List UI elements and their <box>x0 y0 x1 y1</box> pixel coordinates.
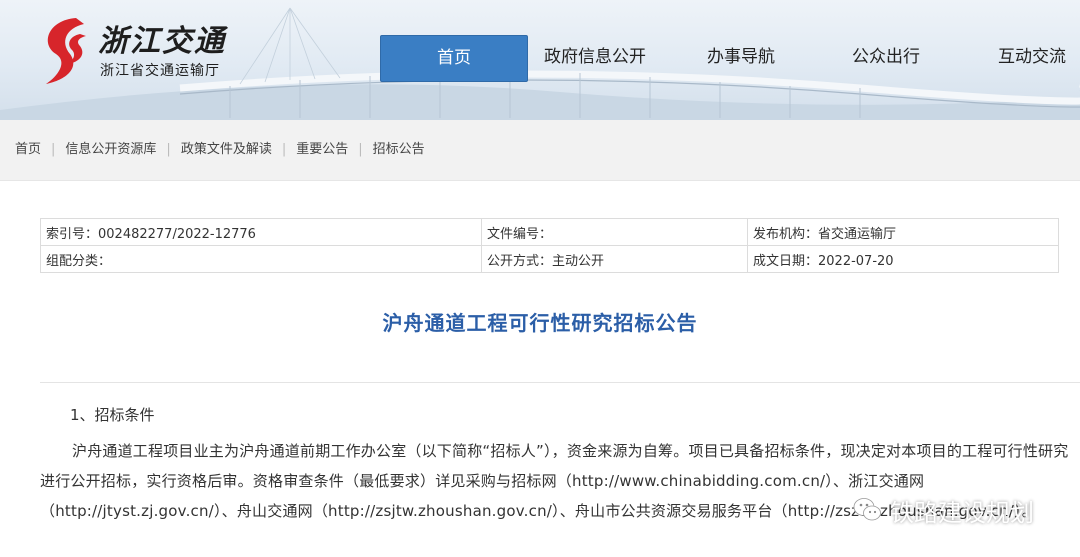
wechat-icon <box>853 498 881 521</box>
site-header: 浙江交通 浙江省交通运输厅 首页 政府信息公开 办事导航 公众出行 互动交流 <box>0 0 1080 120</box>
logo-subtitle: 浙江省交通运输厅 <box>100 63 220 79</box>
meta-index-number: 索引号：002482277/2022-12776 <box>40 218 482 246</box>
nav-government-info[interactable]: 政府信息公开 <box>544 35 646 80</box>
wechat-watermark: 铁路建设规划 <box>852 490 1034 530</box>
watermark-text: 铁路建设规划 <box>890 498 1034 527</box>
nav-home[interactable]: 首页 <box>380 35 528 82</box>
document-meta-table: 索引号：002482277/2022-12776 文件编号： 发布机构：省交通运… <box>40 218 1059 273</box>
breadcrumb-home[interactable]: 首页 <box>15 120 41 180</box>
nav-interaction[interactable]: 互动交流 <box>998 35 1066 80</box>
breadcrumb-policy-docs[interactable]: 政策文件及解读 <box>181 120 272 180</box>
nav-service-guide[interactable]: 办事导航 <box>707 35 775 80</box>
meta-disclosure-method: 公开方式：主动公开 <box>481 245 748 273</box>
logo-chinese-name: 浙江交通 <box>98 24 226 59</box>
meta-category: 组配分类： <box>40 245 482 273</box>
breadcrumb-separator: | <box>166 142 171 157</box>
breadcrumb-info-library[interactable]: 信息公开资源库 <box>65 120 156 180</box>
breadcrumb-important-notices[interactable]: 重要公告 <box>296 120 348 180</box>
breadcrumb: 首页 | 信息公开资源库 | 政策文件及解读 | 重要公告 | 招标公告 <box>15 120 425 180</box>
breadcrumb-separator: | <box>358 142 363 157</box>
breadcrumb-separator: | <box>281 142 287 157</box>
meta-publisher: 发布机构：省交通运输厅 <box>747 218 1059 246</box>
meta-document-number: 文件编号： <box>481 218 748 246</box>
zhejiang-transport-logo <box>46 18 86 84</box>
breadcrumb-separator: | <box>51 142 56 157</box>
title-divider <box>40 382 1080 383</box>
section-heading: 1、招标条件 <box>70 406 155 424</box>
nav-public-travel[interactable]: 公众出行 <box>852 35 920 80</box>
meta-written-date: 成文日期：2022-07-20 <box>747 245 1059 273</box>
breadcrumb-bar: 首页 | 信息公开资源库 | 政策文件及解读 | 重要公告 | 招标公告 <box>0 120 1080 181</box>
article-title: 沪舟通道工程可行性研究招标公告 <box>382 311 698 335</box>
breadcrumb-tender-notices[interactable]: 招标公告 <box>373 120 425 180</box>
